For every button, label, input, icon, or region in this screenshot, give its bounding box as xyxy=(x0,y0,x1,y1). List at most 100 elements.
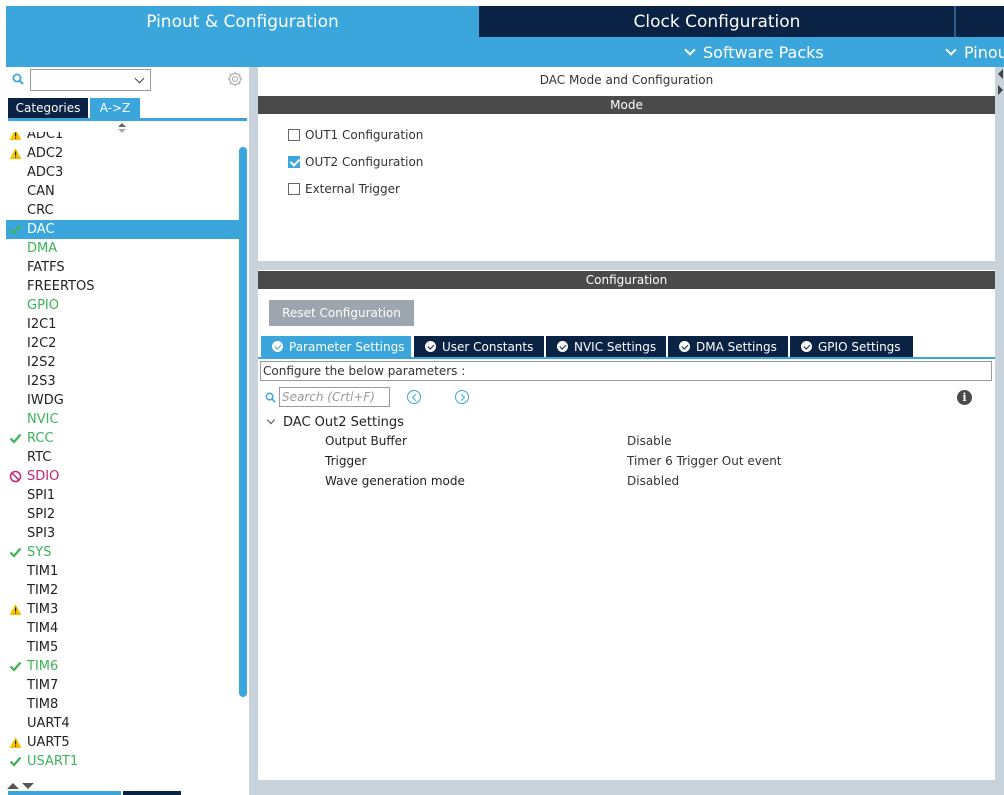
peripheral-label: CAN xyxy=(27,184,55,199)
out1-configuration-option[interactable]: OUT1 Configuration xyxy=(288,126,423,144)
peripheral-item-spi2[interactable]: SPI2 xyxy=(6,505,242,524)
peripheral-item-tim7[interactable]: TIM7 xyxy=(6,676,242,695)
peripheral-item-gpio[interactable]: GPIO xyxy=(6,296,242,315)
search-combobox[interactable] xyxy=(30,69,151,91)
right-edge-splitter[interactable] xyxy=(995,67,1004,780)
reset-configuration-button[interactable]: Reset Configuration xyxy=(269,300,414,326)
config-tabs-underline xyxy=(258,357,995,359)
tab-dma-settings[interactable]: DMA Settings xyxy=(668,336,788,357)
mode-config-title: DAC Mode and Configuration xyxy=(539,73,714,87)
peripheral-item-dac[interactable]: DAC xyxy=(6,220,242,239)
peripheral-item-tim5[interactable]: TIM5 xyxy=(6,638,242,657)
chevron-down-icon[interactable] xyxy=(266,415,276,425)
tab-gpio-settings[interactable]: GPIO Settings xyxy=(790,336,913,357)
peripheral-label: SYS xyxy=(27,545,52,560)
sub-menu-bar: Software Packs Pinout xyxy=(6,37,1004,67)
external-trigger-checkbox[interactable] xyxy=(288,183,300,195)
splitter-vertical[interactable] xyxy=(249,67,258,780)
external-trigger-label: External Trigger xyxy=(305,182,400,196)
tab-a-to-z[interactable]: A->Z xyxy=(90,98,140,118)
peripheral-item-rtc[interactable]: RTC xyxy=(6,448,242,467)
parameter-search-input[interactable]: Search (Crtl+F) xyxy=(279,387,390,407)
param-output-buffer-name: Output Buffer xyxy=(325,434,407,448)
tab-divider xyxy=(954,6,956,37)
peripheral-item-dma[interactable]: DMA xyxy=(6,239,242,258)
peripheral-item-usart1[interactable]: USART1 xyxy=(6,752,242,771)
tab-nvic-settings[interactable]: NVIC Settings xyxy=(546,336,666,357)
search-previous-icon[interactable] xyxy=(407,390,421,404)
peripheral-label: UART4 xyxy=(27,716,70,731)
check-circle-icon xyxy=(801,341,812,352)
bottom-tab-inactive[interactable] xyxy=(123,791,181,795)
warning-icon xyxy=(9,132,22,140)
peripheral-item-sys[interactable]: SYS xyxy=(6,543,242,562)
peripheral-item-tim2[interactable]: TIM2 xyxy=(6,581,242,600)
peripheral-item-i2s3[interactable]: I2S3 xyxy=(6,372,242,391)
tab-clock-configuration[interactable]: Clock Configuration xyxy=(480,6,954,37)
chevron-down-icon xyxy=(945,43,957,56)
tab-user-constants[interactable]: User Constants xyxy=(414,336,544,357)
scrollbar-thumb[interactable] xyxy=(239,147,247,697)
peripheral-item-crc[interactable]: CRC xyxy=(6,201,242,220)
out2-checkbox[interactable] xyxy=(288,156,300,168)
bottom-tab-active[interactable] xyxy=(8,791,121,795)
peripheral-label: DMA xyxy=(27,241,58,256)
peripheral-label: RTC xyxy=(27,450,52,465)
check-icon xyxy=(9,661,22,672)
param-output-buffer-value[interactable]: Disable xyxy=(627,434,672,448)
peripheral-item-sdio[interactable]: SDIO xyxy=(6,467,242,486)
software-packs-menu[interactable]: Software Packs xyxy=(684,37,824,67)
peripheral-item-tim3[interactable]: TIM3 xyxy=(6,600,242,619)
bottom-splitter xyxy=(249,780,1004,795)
search-icon xyxy=(12,73,24,85)
param-trigger-name: Trigger xyxy=(325,454,367,468)
peripheral-item-spi3[interactable]: SPI3 xyxy=(6,524,242,543)
peripheral-item-i2c2[interactable]: I2C2 xyxy=(6,334,242,353)
peripheral-item-tim1[interactable]: TIM1 xyxy=(6,562,242,581)
search-next-icon[interactable] xyxy=(455,390,469,404)
info-icon[interactable]: i xyxy=(957,390,972,405)
peripheral-item-tim6[interactable]: TIM6 xyxy=(6,657,242,676)
tab-parameter-settings[interactable]: Parameter Settings xyxy=(261,336,411,357)
peripheral-item-adc3[interactable]: ADC3 xyxy=(6,163,242,182)
peripheral-item-adc1[interactable]: ADC1 xyxy=(6,132,242,144)
gear-icon[interactable] xyxy=(227,71,243,87)
peripheral-item-i2c1[interactable]: I2C1 xyxy=(6,315,242,334)
tab-categories[interactable]: Categories xyxy=(8,98,88,118)
tab-parameter-settings-label: Parameter Settings xyxy=(289,339,405,354)
peripheral-item-i2s2[interactable]: I2S2 xyxy=(6,353,242,372)
pinout-label: Pinout xyxy=(964,42,1004,62)
peripheral-item-freertos[interactable]: FREERTOS xyxy=(6,277,242,296)
peripheral-item-can[interactable]: CAN xyxy=(6,182,242,201)
out2-configuration-option[interactable]: OUT2 Configuration xyxy=(288,153,423,171)
peripheral-label: I2S3 xyxy=(27,374,56,389)
chevron-down-icon[interactable] xyxy=(134,73,145,84)
collapse-arrows-icon[interactable] xyxy=(6,781,36,791)
param-wave-generation-value[interactable]: Disabled xyxy=(627,474,679,488)
splitter-horizontal[interactable] xyxy=(258,261,995,270)
out1-checkbox[interactable] xyxy=(288,129,300,141)
peripheral-label: GPIO xyxy=(27,298,59,313)
peripheral-item-nvic[interactable]: NVIC xyxy=(6,410,242,429)
pinout-menu[interactable]: Pinout xyxy=(945,37,1004,67)
external-trigger-option[interactable]: External Trigger xyxy=(288,180,400,198)
param-trigger-value[interactable]: Timer 6 Trigger Out event xyxy=(627,454,782,468)
peripheral-item-tim8[interactable]: TIM8 xyxy=(6,695,242,714)
peripheral-item-spi1[interactable]: SPI1 xyxy=(6,486,242,505)
peripheral-label: TIM7 xyxy=(27,678,59,693)
peripheral-item-iwdg[interactable]: IWDG xyxy=(6,391,242,410)
peripheral-item-uart5[interactable]: UART5 xyxy=(6,733,242,752)
peripheral-label: TIM3 xyxy=(27,602,59,617)
peripheral-item-uart4[interactable]: UART4 xyxy=(6,714,242,733)
peripheral-label: FREERTOS xyxy=(27,279,95,294)
peripheral-item-rcc[interactable]: RCC xyxy=(6,429,242,448)
peripheral-panel: Categories A->Z ADC1 ADC2 ADC3 CAN CRC DAC DMA… xyxy=(6,67,249,780)
dac-out2-settings-group[interactable]: DAC Out2 Settings xyxy=(266,413,404,431)
peripheral-item-fatfs[interactable]: FATFS xyxy=(6,258,242,277)
check-icon xyxy=(9,433,22,444)
configure-parameters-text: Configure the below parameters : xyxy=(260,361,992,381)
peripheral-item-adc2[interactable]: ADC2 xyxy=(6,144,242,163)
tab-pinout-configuration[interactable]: Pinout & Configuration xyxy=(6,6,479,37)
expand-arrows-icon[interactable] xyxy=(996,67,1004,97)
peripheral-item-tim4[interactable]: TIM4 xyxy=(6,619,242,638)
